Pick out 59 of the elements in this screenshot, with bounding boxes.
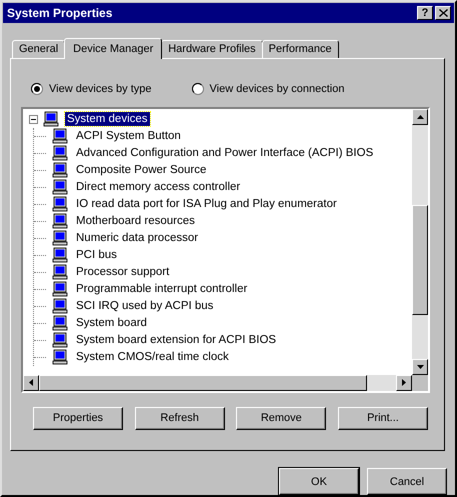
tree-item[interactable]: Processor support <box>74 265 172 280</box>
tree-item[interactable]: Programmable interrupt controller <box>74 282 250 296</box>
computer-icon <box>52 145 68 162</box>
tab[interactable]: General <box>12 40 66 58</box>
computer-icon <box>52 179 68 196</box>
computer-icon <box>43 111 59 128</box>
radio-button[interactable] <box>192 82 204 95</box>
computer-icon <box>52 332 68 348</box>
down-arrow-icon <box>416 364 424 369</box>
help-button[interactable]: ? <box>417 6 433 20</box>
up-arrow-icon <box>416 114 424 119</box>
window-title: System Properties <box>7 6 112 20</box>
computer-icon <box>52 281 68 298</box>
computer-icon <box>52 128 68 144</box>
radio-label[interactable]: View devices by connection <box>210 82 344 95</box>
scroll-left-button[interactable] <box>23 374 39 391</box>
tree-item[interactable]: Motherboard resources <box>74 214 197 228</box>
right-arrow-icon <box>402 379 406 386</box>
action-button[interactable]: Properties <box>33 406 123 430</box>
tree-item[interactable]: System devices <box>65 112 150 126</box>
close-icon <box>438 8 448 17</box>
dialog-button[interactable]: OK <box>279 468 359 495</box>
tab[interactable]: Performance <box>262 40 339 58</box>
computer-icon <box>52 298 68 314</box>
tree-item[interactable]: System CMOS/real time clock <box>74 350 231 364</box>
computer-icon <box>52 230 68 246</box>
scroll-down-button[interactable] <box>412 358 428 375</box>
tree-item[interactable]: Numeric data processor <box>74 231 200 246</box>
tree-item[interactable]: ACPI System Button <box>74 129 183 144</box>
computer-icon <box>52 213 68 230</box>
computer-icon <box>52 315 68 332</box>
radio-button[interactable] <box>31 82 43 95</box>
computer-icon <box>52 247 68 264</box>
tab[interactable]: Device Manager <box>64 38 162 59</box>
tree-item[interactable]: System board <box>74 316 149 330</box>
tree-item[interactable]: System board extension for ACPI BIOS <box>74 333 278 348</box>
computer-icon <box>52 196 68 212</box>
tree-item[interactable]: Advanced Configuration and Power Interface (ACPI) BIOS <box>74 146 376 160</box>
collapse-icon[interactable] <box>29 114 38 124</box>
tree-item[interactable]: Composite Power Source <box>74 163 208 178</box>
action-button[interactable]: Remove <box>236 406 326 430</box>
scroll-right-button[interactable] <box>396 374 412 391</box>
scroll-thumb[interactable] <box>39 374 368 391</box>
tree-item[interactable]: IO read data port for ISA Plug and Play enumerator <box>74 197 339 212</box>
computer-icon <box>52 264 68 280</box>
tree-item[interactable]: PCI bus <box>74 248 119 262</box>
close-button[interactable] <box>435 6 451 20</box>
tree-item[interactable]: SCI IRQ used by ACPI bus <box>74 299 216 314</box>
action-button[interactable]: Print... <box>338 406 428 430</box>
radio-label[interactable]: View devices by type <box>49 82 152 95</box>
computer-icon <box>52 349 68 366</box>
scroll-up-button[interactable] <box>412 108 428 125</box>
tree-item[interactable]: Direct memory access controller <box>74 180 242 194</box>
dialog-button[interactable]: Cancel <box>367 468 447 495</box>
computer-icon <box>52 162 68 178</box>
left-arrow-icon <box>29 379 33 386</box>
vertical-scrollbar[interactable] <box>412 108 428 375</box>
action-button[interactable]: Refresh <box>134 406 225 430</box>
scroll-thumb[interactable] <box>412 204 428 315</box>
